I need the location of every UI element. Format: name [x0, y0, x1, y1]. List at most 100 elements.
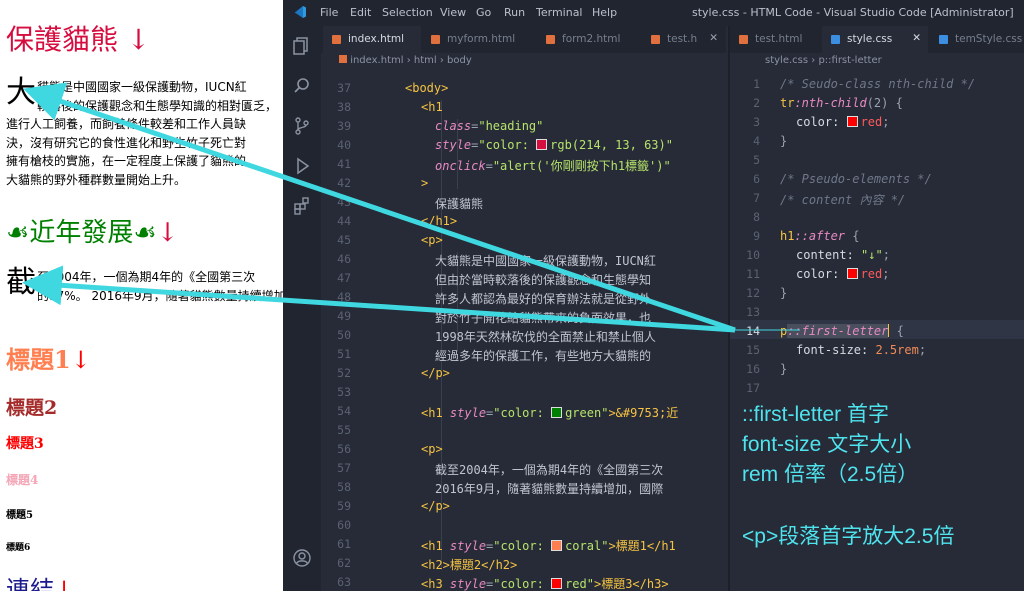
code-token: <h1 — [421, 100, 443, 114]
line-number: 6 — [753, 172, 760, 186]
search-icon[interactable] — [292, 76, 312, 96]
line-number: 10 — [746, 248, 760, 262]
code-line: 經過多年的保護工作，有些地方大貓熊的 — [435, 347, 651, 364]
extensions-icon[interactable] — [292, 196, 312, 216]
menu-selection[interactable]: Selection — [382, 6, 433, 19]
line-number: 5 — [753, 153, 760, 167]
code-token: green" — [565, 406, 609, 420]
color-swatch[interactable] — [846, 268, 858, 279]
right-editor[interactable]: 1 2 3 4 5 6 7 8 9 10 11 12 13 14 15 16 1… — [730, 73, 1024, 591]
account-icon[interactable] — [292, 548, 312, 568]
line-number: 55 — [337, 423, 351, 437]
color-swatch[interactable] — [846, 116, 858, 127]
explorer-icon[interactable] — [292, 36, 312, 56]
html-file-icon — [739, 35, 748, 44]
code-line: /* Seudo-class nth-child */ — [780, 77, 975, 91]
line-number: 9 — [753, 229, 760, 243]
right-tab-bar: test.html style.css ✕ temStyle.css — [730, 26, 1024, 53]
line-number: 49 — [337, 309, 351, 323]
heading-2: 標題2 — [6, 397, 58, 419]
first-letter: 大 — [6, 75, 36, 110]
menu-run[interactable]: Run — [504, 6, 525, 19]
code-line: 2016年9月，隨著貓熊數量持續增加，國際 — [435, 480, 663, 497]
code-token: } — [780, 134, 788, 148]
line-number: 39 — [337, 119, 351, 133]
tab-myform-html[interactable]: myform.html — [422, 26, 535, 53]
code-token: <body> — [405, 81, 449, 95]
annotation-rem: rem 倍率（2.5倍） — [742, 463, 919, 486]
line-number: 56 — [337, 442, 351, 456]
code-token: { — [845, 229, 860, 243]
menu-file[interactable]: File — [320, 6, 338, 19]
code-token: </p> — [421, 366, 450, 380]
code-line: </h1> — [421, 214, 457, 228]
code-token: { — [889, 324, 904, 338]
code-line: h1::after { — [780, 229, 859, 243]
tab-form2-html[interactable]: form2.html — [537, 26, 640, 53]
heading-protect-panda[interactable]: 保護貓熊 ↓ — [6, 18, 150, 58]
code-token: >&#9753;近 — [608, 406, 679, 420]
line-number: 1 — [753, 77, 760, 91]
line-number: 12 — [746, 286, 760, 300]
paragraph-1: 大貓熊是中國國家一級保護動物，IUCN紅 較落後的保護觀念和生態學知識的相對匱乏… — [6, 78, 283, 189]
left-breadcrumb[interactable]: index.html › html › body — [339, 55, 472, 73]
tab-test-html[interactable]: test.html — [730, 26, 820, 53]
window-title: style.css - HTML Code - Visual Studio Co… — [692, 6, 1014, 19]
code-token: red — [860, 115, 883, 129]
code-line: 對於竹子開花給貓熊帶來的負面效果，也 — [435, 309, 651, 326]
menu-edit[interactable]: Edit — [350, 6, 371, 19]
vscode-window: File Edit Selection View Go Run Terminal… — [283, 0, 1024, 591]
code-token: "heading" — [478, 119, 544, 133]
code-token: 截至2004年，一個為期4年的《全國第三次 — [435, 463, 664, 477]
code-line: <h1 style="color: coral">標題1</h1 — [421, 539, 676, 553]
color-swatch[interactable] — [551, 407, 563, 418]
heading-link[interactable]: 連結↓ — [6, 570, 74, 591]
left-editor[interactable]: 37 38 39 40 41 42 43 44 45 46 47 48 49 5… — [321, 73, 726, 591]
color-swatch[interactable] — [551, 540, 563, 551]
run-debug-icon[interactable] — [292, 156, 312, 176]
menu-go[interactable]: Go — [476, 6, 491, 19]
tab-label: temStyle.css — [955, 33, 1023, 45]
menu-terminal[interactable]: Terminal — [536, 6, 583, 19]
tab-temstyle-css[interactable]: temStyle.css — [930, 26, 1024, 53]
vscode-logo-icon — [293, 5, 307, 19]
color-swatch[interactable] — [551, 578, 563, 589]
line-number: 46 — [337, 252, 351, 266]
close-icon[interactable]: ✕ — [709, 32, 718, 44]
code-line: class="heading" — [435, 119, 544, 133]
code-line: tr:nth-child(2) { — [780, 96, 903, 110]
code-line: } — [780, 362, 787, 376]
code-token: content: — [796, 248, 862, 262]
line-number: 53 — [337, 385, 351, 399]
source-control-icon[interactable] — [292, 116, 312, 136]
code-token: coral" — [565, 539, 609, 553]
code-token: <p> — [421, 442, 443, 456]
close-icon[interactable]: ✕ — [912, 32, 921, 44]
code-token: red — [860, 267, 883, 281]
menu-help[interactable]: Help — [592, 6, 617, 19]
tab-test-html[interactable]: test.h ✕ — [642, 26, 726, 53]
floral-icon: ☙ — [6, 218, 30, 248]
line-number: 4 — [753, 134, 760, 148]
code-token: style — [449, 577, 487, 591]
left-tab-bar: index.html myform.html form2.html test.h… — [321, 26, 726, 53]
line-number: 17 — [746, 381, 760, 395]
line-number: 16 — [746, 362, 760, 376]
color-swatch[interactable] — [536, 139, 548, 150]
right-breadcrumb[interactable]: style.css › p::first-letter — [765, 55, 882, 73]
tab-label: test.h — [667, 33, 698, 45]
code-token: "color: — [493, 577, 552, 591]
heading-arrow: ↓ — [54, 576, 75, 591]
line-number: 8 — [753, 210, 760, 224]
tab-label: myform.html — [447, 33, 516, 45]
heading-6: 標題6 — [6, 543, 31, 553]
tab-style-css[interactable]: style.css ✕ — [822, 26, 928, 53]
breadcrumb-file: style.css — [765, 55, 809, 66]
code-token: "color: — [493, 539, 552, 553]
code-token: 2.5rem — [875, 343, 919, 357]
floral-icon: ☙ — [133, 218, 157, 248]
menu-view[interactable]: View — [440, 6, 466, 19]
tab-index-html[interactable]: index.html — [323, 26, 421, 53]
code-token: <h1 — [421, 539, 443, 553]
code-token: </h1> — [421, 214, 458, 228]
